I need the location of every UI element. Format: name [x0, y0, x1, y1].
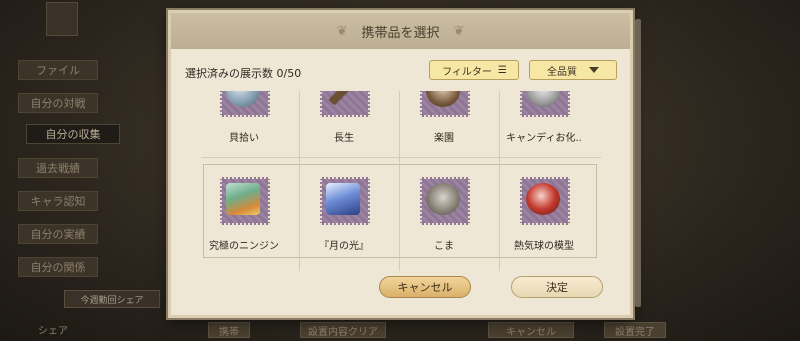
list-item[interactable]: 究極のニンジン: [201, 173, 301, 253]
spinning-top-icon: [426, 183, 460, 215]
item-label: 熱気球の模型: [514, 241, 574, 252]
carrot-icon: [226, 183, 260, 215]
item-label: 楽園: [434, 133, 454, 144]
row-divider: [201, 157, 601, 158]
item-label: 究極のニンジン: [209, 241, 279, 252]
moonlight-card-icon: [326, 183, 360, 215]
quality-label: 全品質: [547, 66, 577, 78]
filter-button[interactable]: フィルター ☰: [429, 60, 519, 80]
sidebar-item-collection[interactable]: 自分の収集: [26, 124, 120, 144]
sidebar-item-achievements[interactable]: 自分の実績: [18, 224, 98, 244]
cancel-button[interactable]: キャンセル: [379, 276, 471, 298]
item-label: 『月の光』: [319, 241, 369, 252]
list-item[interactable]: 長生: [301, 91, 401, 149]
wheat-icon: ❦: [336, 23, 348, 39]
bg-cancel-button[interactable]: キャンセル: [488, 322, 574, 338]
sidebar-item-history[interactable]: 過去戦績: [18, 158, 98, 178]
column-divider: [299, 91, 300, 271]
clear-settings-button[interactable]: 設置内容クリア: [300, 322, 386, 338]
sidebar-item-recognition[interactable]: キャラ認知: [18, 191, 98, 211]
sidebar-item-matches[interactable]: 自分の対戦: [18, 93, 98, 113]
item-grid[interactable]: 貝拾い 長生 楽園 キャンディお化.. 究極のニンジン 『月の光』 こま 熱気球…: [201, 91, 601, 274]
list-item[interactable]: 『月の光』: [301, 173, 401, 253]
back-icon[interactable]: [46, 2, 78, 36]
list-item[interactable]: 熱気球の模型: [501, 173, 601, 253]
selected-count: 選択済みの展示数 0/50: [185, 67, 302, 80]
finish-settings-button[interactable]: 設置完了: [604, 322, 666, 338]
confirm-button[interactable]: 決定: [511, 276, 603, 298]
carry-button[interactable]: 携帯: [208, 322, 250, 338]
item-label: 貝拾い: [229, 133, 259, 144]
select-item-dialog: ❦ 携帯品を選択 ❦ 選択済みの展示数 0/50 フィルター ☰ 全品質 貝拾い…: [168, 10, 641, 318]
dialog-title: 携帯品を選択: [361, 25, 440, 41]
list-item[interactable]: 貝拾い: [201, 91, 301, 149]
column-divider: [399, 91, 400, 271]
balloon-model-icon: [526, 183, 560, 215]
share-label[interactable]: シェア: [38, 322, 68, 337]
share-tag[interactable]: 今週勤回シェア: [64, 290, 160, 308]
item-label: キャンディお化..: [506, 133, 582, 144]
column-divider: [499, 91, 500, 271]
wheat-icon: ❦: [453, 23, 465, 39]
chevron-down-icon: [589, 67, 599, 73]
dialog-header: ❦ 携帯品を選択 ❦: [171, 13, 630, 49]
list-item[interactable]: こま: [401, 173, 501, 253]
filter-label: フィルター: [442, 66, 492, 78]
item-label: 長生: [334, 133, 354, 144]
list-item[interactable]: キャンディお化..: [501, 91, 601, 149]
item-label: こま: [434, 241, 454, 252]
sidebar-item-relations[interactable]: 自分の関係: [18, 257, 98, 277]
list-item[interactable]: 楽園: [401, 91, 501, 149]
sidebar-item-file[interactable]: ファイル: [18, 60, 98, 80]
list-icon: ☰: [497, 64, 507, 76]
quality-select[interactable]: 全品質: [529, 60, 617, 80]
